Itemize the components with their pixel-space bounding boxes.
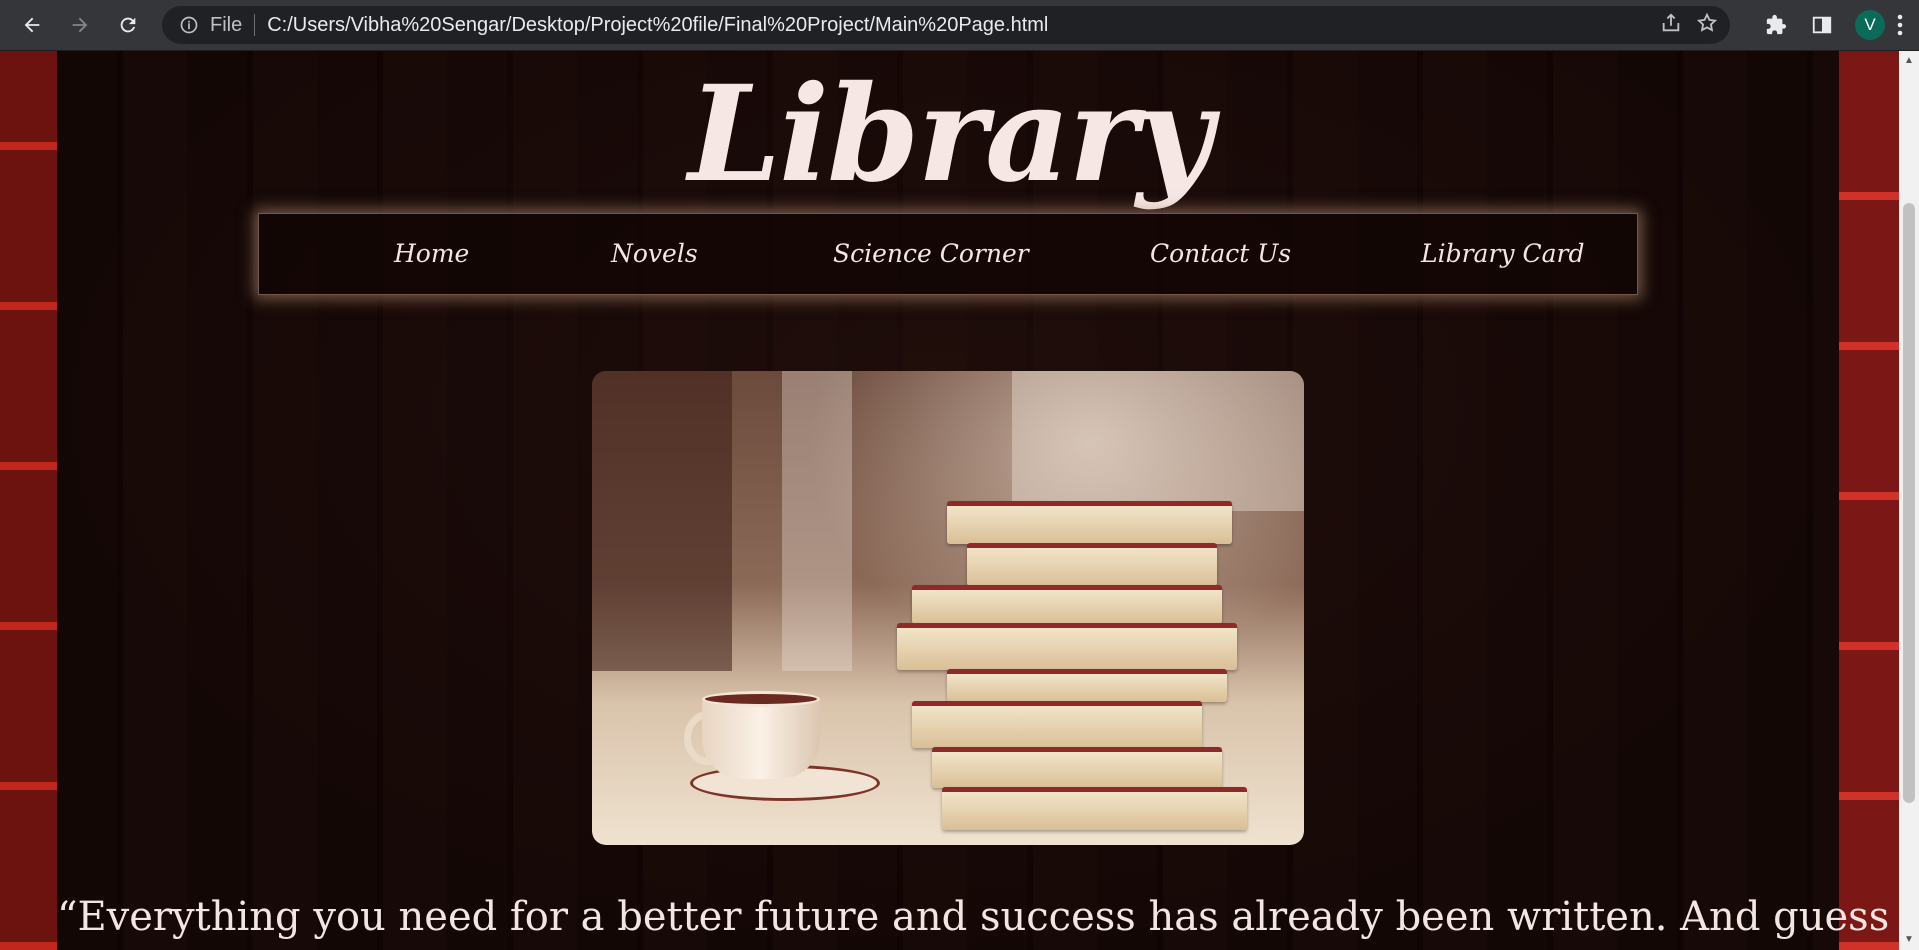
profile-avatar[interactable]: V [1855, 10, 1885, 40]
browser-toolbar: File C:/Users/Vibha%20Sengar/Desktop/Pro… [0, 0, 1919, 51]
bookmark-star-icon[interactable] [1696, 12, 1718, 39]
hero-bg-window [782, 371, 852, 671]
back-icon[interactable] [14, 7, 50, 43]
page-viewport: Library Home Novels Science Corner Conta… [0, 51, 1899, 950]
scrollbar-thumb[interactable] [1903, 203, 1915, 803]
book [947, 501, 1232, 544]
file-label: File [210, 13, 243, 36]
hero-bg-shelf [592, 371, 732, 671]
book [912, 701, 1202, 748]
book [897, 623, 1237, 670]
omnibox-divider [254, 14, 256, 36]
nav-science-corner[interactable]: Science Corner [833, 214, 1029, 294]
nav-library-card[interactable]: Library Card [1421, 214, 1584, 294]
hero-image [592, 371, 1304, 845]
menu-kebab-icon[interactable] [1897, 14, 1903, 36]
book [912, 585, 1222, 624]
hero-quote: “Everything you need for a better future… [57, 894, 1899, 940]
scroll-down-icon[interactable]: ▼ [1903, 934, 1915, 946]
nav-novels[interactable]: Novels [611, 214, 698, 294]
main-nav: Home Novels Science Corner Contact Us Li… [258, 213, 1638, 295]
address-bar[interactable]: File C:/Users/Vibha%20Sengar/Desktop/Pro… [162, 6, 1730, 44]
book [947, 669, 1227, 702]
nav-home[interactable]: Home [394, 214, 469, 294]
url-text[interactable]: C:/Users/Vibha%20Sengar/Desktop/Project%… [267, 14, 1048, 37]
hero-bg-window [1012, 371, 1304, 511]
forward-icon[interactable] [62, 7, 98, 43]
book [932, 747, 1222, 788]
book [942, 787, 1247, 830]
scroll-up-icon[interactable]: ▲ [1903, 55, 1915, 67]
coffee-cup [702, 697, 820, 779]
reload-icon[interactable] [110, 7, 146, 43]
share-icon[interactable] [1660, 12, 1682, 39]
extensions-icon[interactable] [1765, 14, 1787, 36]
cup-rim [702, 691, 820, 707]
nav-contact-us[interactable]: Contact Us [1150, 214, 1291, 294]
side-panel-icon[interactable] [1811, 14, 1833, 36]
info-icon[interactable] [178, 14, 200, 36]
page-title: Library [688, 57, 1213, 212]
page-scrollbar[interactable]: ▲ ▼ [1899, 51, 1919, 950]
book [967, 543, 1217, 586]
